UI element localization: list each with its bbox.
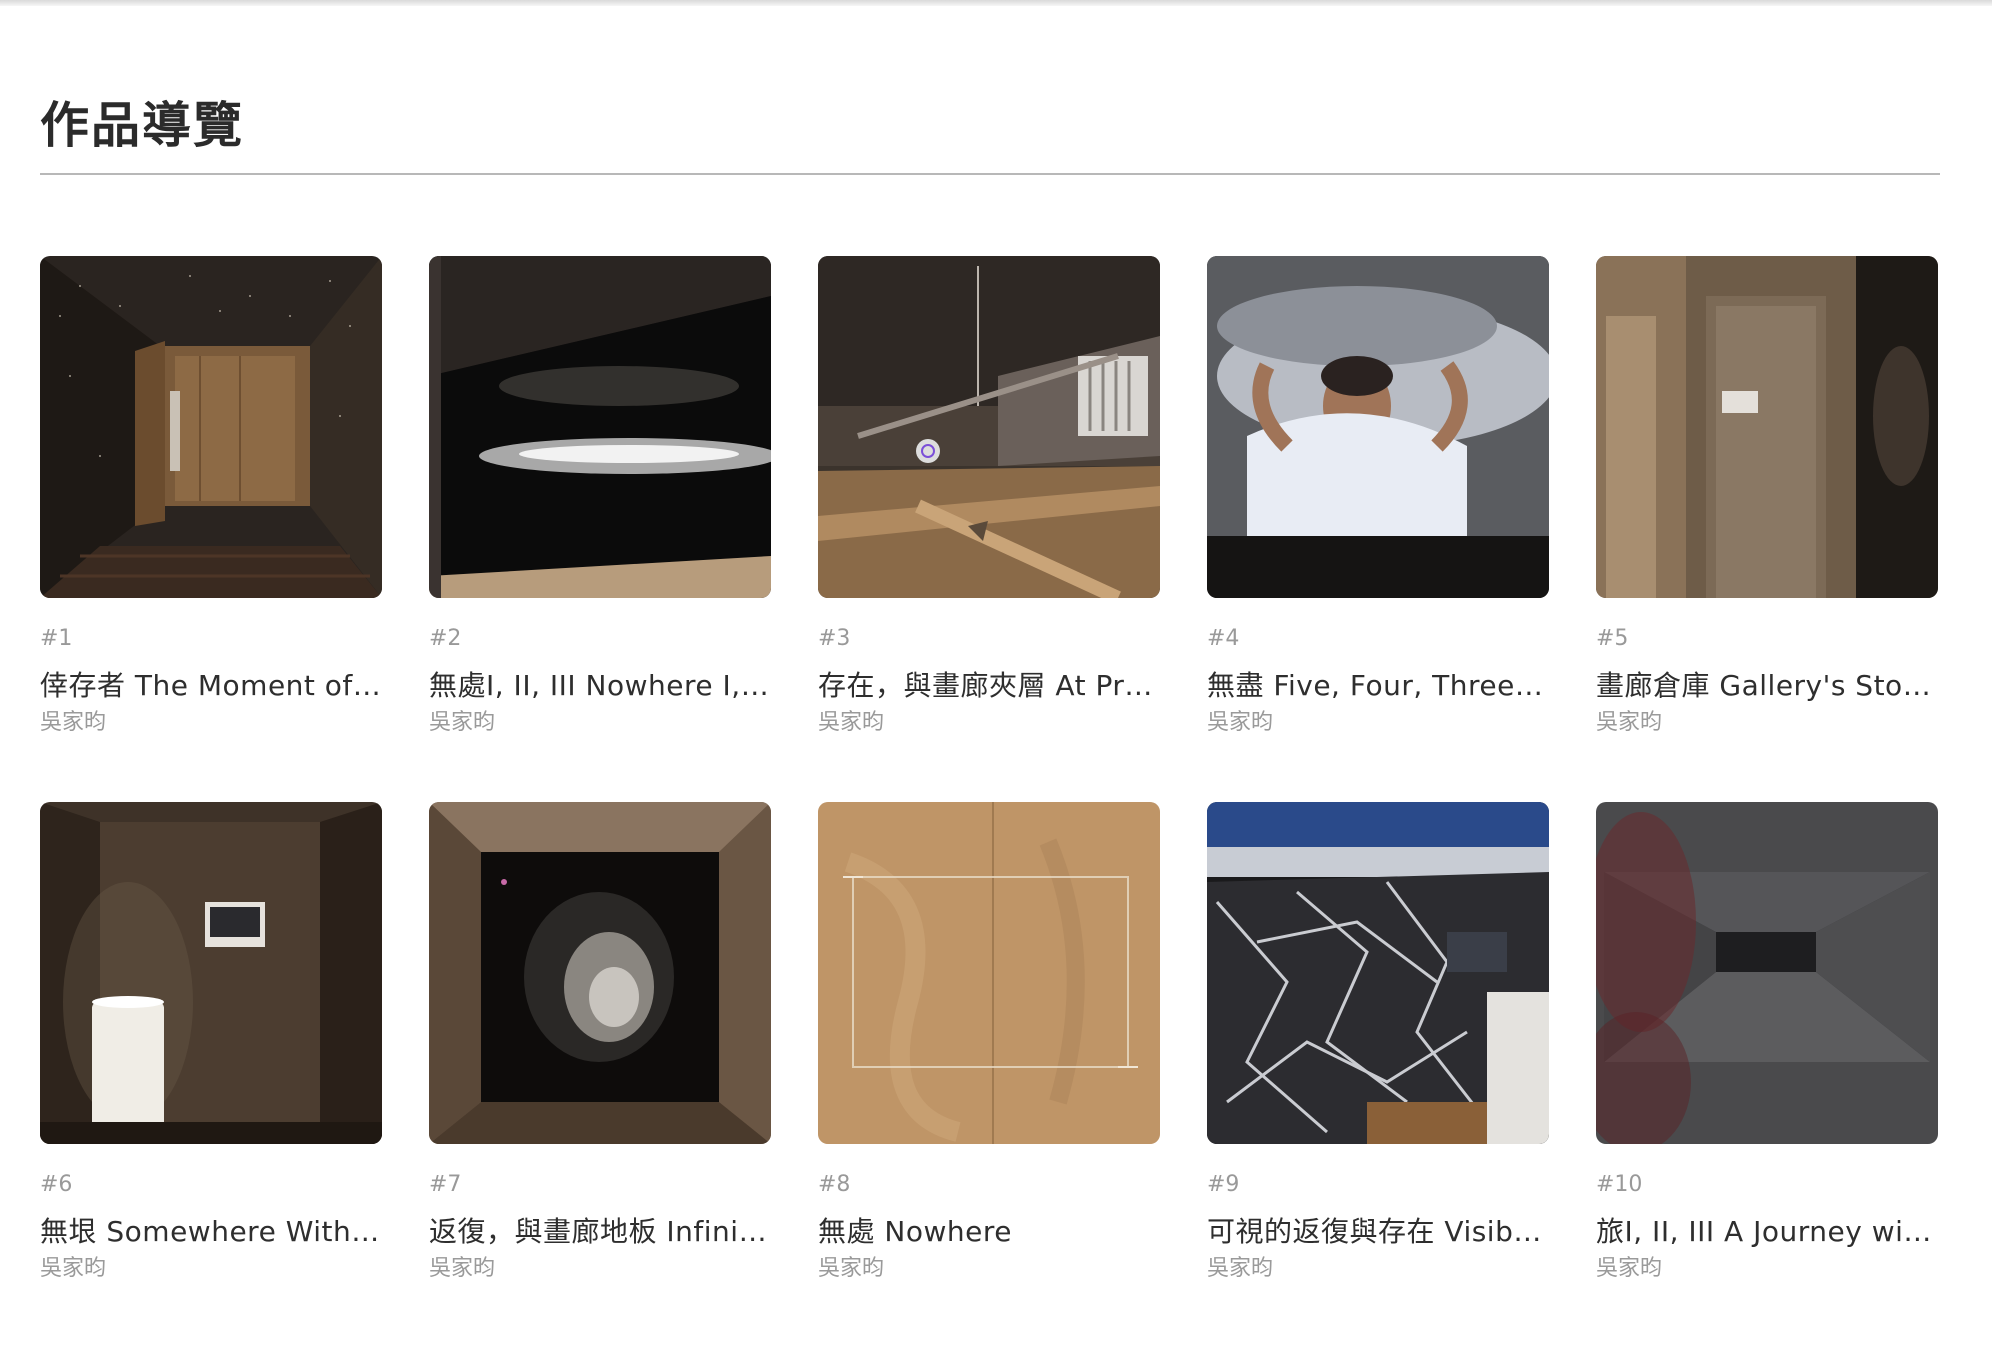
work-thumbnail-2[interactable] bbox=[429, 256, 771, 598]
work-number: #3 bbox=[818, 626, 851, 651]
ceiling-mezzanine-image bbox=[818, 256, 1160, 598]
work-thumbnail-10[interactable] bbox=[1596, 802, 1938, 1144]
work-artist: 吳家昀 bbox=[818, 1256, 885, 1281]
work-number: #9 bbox=[1207, 1172, 1240, 1197]
work-number: #1 bbox=[40, 626, 73, 651]
work-number: #5 bbox=[1596, 626, 1629, 651]
work-card-9[interactable]: #9 可視的返復與存在 Visibl… 吳家昀 bbox=[1207, 802, 1549, 1348]
work-number: #7 bbox=[429, 1172, 462, 1197]
work-number: #4 bbox=[1207, 626, 1240, 651]
work-thumbnail-7[interactable] bbox=[429, 802, 771, 1144]
work-number: #10 bbox=[1596, 1172, 1643, 1197]
work-card-5[interactable]: #5 畫廊倉庫 Gallery's Stor… 吳家昀 bbox=[1596, 256, 1938, 802]
work-number: #6 bbox=[40, 1172, 73, 1197]
storage-door-image bbox=[1596, 256, 1938, 598]
work-thumbnail-5[interactable] bbox=[1596, 256, 1938, 598]
work-title[interactable]: 存在，與畫廊夾層 At Pr… bbox=[818, 664, 1160, 702]
work-thumbnail-9[interactable] bbox=[1207, 802, 1549, 1144]
work-artist: 吳家昀 bbox=[40, 1256, 107, 1281]
work-artist: 吳家昀 bbox=[1596, 1256, 1663, 1281]
plywood-wall-image bbox=[818, 802, 1160, 1144]
work-card-4[interactable]: #4 無盡 Five, Four, Three, T… 吳家昀 bbox=[1207, 256, 1549, 802]
work-title[interactable]: 無處 Nowhere bbox=[818, 1210, 1160, 1248]
work-thumbnail-3[interactable] bbox=[818, 256, 1160, 598]
work-artist: 吳家昀 bbox=[1596, 710, 1663, 735]
work-artist: 吳家昀 bbox=[1207, 1256, 1274, 1281]
work-thumbnail-1[interactable] bbox=[40, 256, 382, 598]
projection-light-band-image bbox=[429, 256, 771, 598]
corridor-wood-door-image bbox=[40, 256, 382, 598]
work-card-2[interactable]: #2 無處I, II, III Nowhere I, I… 吳家昀 bbox=[429, 256, 771, 802]
work-card-8[interactable]: #8 無處 Nowhere 吳家昀 bbox=[818, 802, 1160, 1348]
work-artist: 吳家昀 bbox=[1207, 710, 1274, 735]
work-thumbnail-6[interactable] bbox=[40, 802, 382, 1144]
work-thumbnail-8[interactable] bbox=[818, 802, 1160, 1144]
work-card-7[interactable]: #7 返復，與畫廊地板 Infini… 吳家昀 bbox=[429, 802, 771, 1348]
work-artist: 吳家昀 bbox=[429, 710, 496, 735]
work-title[interactable]: 無盡 Five, Four, Three, T… bbox=[1207, 664, 1549, 702]
work-card-3[interactable]: #3 存在，與畫廊夾層 At Pr… 吳家昀 bbox=[818, 256, 1160, 802]
work-card-10[interactable]: #10 旅I, II, III A Journey wit… 吳家昀 bbox=[1596, 802, 1938, 1348]
dark-box-moon-image bbox=[429, 802, 771, 1144]
works-grid: #1 倖存者 The Moment of … 吳家昀 #2 無處I, II, I bbox=[40, 256, 1940, 1348]
plastic-wrap-image bbox=[1207, 802, 1549, 1144]
work-title[interactable]: 無垠 Somewhere Without bbox=[40, 1210, 382, 1248]
work-card-6[interactable]: #6 無垠 Somewhere Without 吳家昀 bbox=[40, 802, 382, 1348]
work-title[interactable]: 旅I, II, III A Journey wit… bbox=[1596, 1210, 1938, 1248]
work-artist: 吳家昀 bbox=[429, 1256, 496, 1281]
work-artist: 吳家昀 bbox=[40, 710, 107, 735]
page-title: 作品導覽 bbox=[40, 97, 245, 154]
work-thumbnail-4[interactable] bbox=[1207, 256, 1549, 598]
grey-corridor-image bbox=[1596, 802, 1938, 1144]
lamp-room-image bbox=[40, 802, 382, 1144]
title-divider bbox=[40, 173, 1940, 175]
work-artist: 吳家昀 bbox=[818, 710, 885, 735]
work-title[interactable]: 畫廊倉庫 Gallery's Stor… bbox=[1596, 664, 1938, 702]
work-title[interactable]: 可視的返復與存在 Visibl… bbox=[1207, 1210, 1549, 1248]
work-number: #8 bbox=[818, 1172, 851, 1197]
top-shadow-bar bbox=[0, 0, 1992, 6]
work-title[interactable]: 無處I, II, III Nowhere I, I… bbox=[429, 664, 771, 702]
work-title[interactable]: 返復，與畫廊地板 Infini… bbox=[429, 1210, 771, 1248]
work-number: #2 bbox=[429, 626, 462, 651]
man-lying-pillow-image bbox=[1207, 256, 1549, 598]
work-title[interactable]: 倖存者 The Moment of … bbox=[40, 664, 382, 702]
work-card-1[interactable]: #1 倖存者 The Moment of … 吳家昀 bbox=[40, 256, 382, 802]
